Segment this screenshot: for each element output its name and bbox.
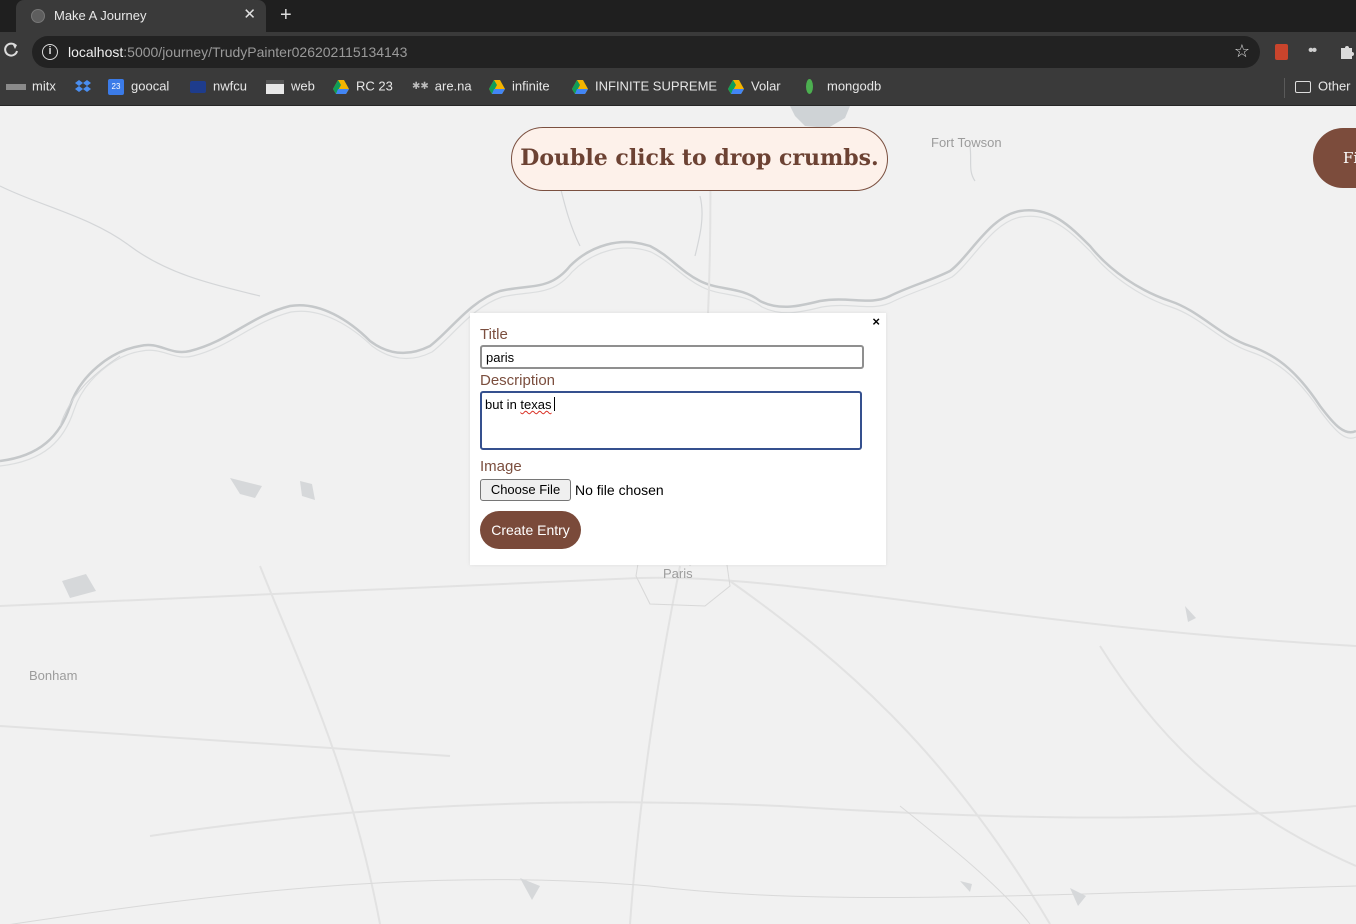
description-textarea[interactable]: but in texas bbox=[480, 391, 862, 450]
bookmark-volar[interactable]: Volar bbox=[728, 78, 781, 98]
extension-dots-icon[interactable]: •• bbox=[1308, 42, 1317, 60]
choose-file-button[interactable]: Choose File bbox=[480, 479, 571, 501]
instruction-banner: Double click to drop crumbs. bbox=[511, 127, 888, 191]
url-text[interactable]: localhost:5000/journey/TrudyPainter02620… bbox=[68, 44, 407, 60]
entry-modal: × Title Description but in texas Image C… bbox=[470, 313, 886, 565]
map-label-bonham: Bonham bbox=[29, 668, 78, 683]
title-input[interactable] bbox=[480, 345, 864, 369]
browser-toolbar: i localhost:5000/journey/TrudyPainter026… bbox=[0, 32, 1356, 72]
address-bar[interactable]: i localhost:5000/journey/TrudyPainter026… bbox=[32, 36, 1260, 68]
extensions-puzzle-icon[interactable] bbox=[1338, 42, 1356, 60]
other-bookmarks[interactable]: Other bbox=[1295, 78, 1351, 98]
description-label: Description bbox=[480, 372, 556, 389]
bookmark-web[interactable]: web bbox=[266, 78, 315, 98]
file-status: No file chosen bbox=[575, 482, 664, 498]
reload-icon[interactable] bbox=[2, 41, 20, 59]
create-entry-button[interactable]: Create Entry bbox=[480, 511, 581, 549]
image-label: Image bbox=[480, 458, 522, 475]
close-icon[interactable]: × bbox=[872, 314, 880, 329]
bookmark-goocal[interactable]: 23 goocal bbox=[108, 78, 169, 98]
text-caret bbox=[553, 397, 555, 411]
dropbox-icon bbox=[75, 79, 91, 92]
map-label-paris: Paris bbox=[663, 566, 693, 581]
new-tab-icon[interactable]: + bbox=[280, 4, 292, 26]
bookmark-dropbox[interactable] bbox=[74, 78, 99, 98]
bookmark-arena[interactable]: ✱✱ are.na bbox=[412, 78, 472, 98]
mongodb-leaf-icon bbox=[806, 79, 813, 95]
bookmark-star-icon[interactable]: ☆ bbox=[1234, 41, 1250, 62]
bookmark-infinite[interactable]: infinite bbox=[489, 78, 550, 98]
bookmark-mongodb[interactable]: mongodb bbox=[806, 78, 881, 98]
arena-icon: ✱✱ bbox=[412, 80, 429, 92]
title-label: Title bbox=[480, 326, 508, 343]
description-text: but in texas bbox=[485, 397, 555, 412]
bookmark-mitx[interactable]: mitx bbox=[6, 78, 56, 98]
map-label-fort-towson: Fort Towson bbox=[931, 135, 1002, 150]
nwfcu-icon bbox=[190, 80, 206, 93]
tab-title: Make A Journey bbox=[54, 8, 147, 23]
browser-tab[interactable]: Make A Journey ✕ bbox=[16, 0, 266, 32]
drive-icon bbox=[333, 79, 349, 94]
calendar-icon: 23 bbox=[108, 78, 124, 95]
mitx-icon bbox=[6, 83, 26, 90]
page-icon bbox=[266, 79, 284, 94]
bookmark-infinite-supreme[interactable]: INFINITE SUPREME bbox=[572, 78, 717, 98]
tab-strip: Make A Journey ✕ + bbox=[0, 0, 1356, 32]
globe-icon bbox=[31, 9, 45, 23]
info-icon[interactable]: i bbox=[42, 44, 58, 60]
drive-icon bbox=[489, 79, 505, 94]
bookmark-nwfcu[interactable]: nwfcu bbox=[190, 78, 247, 98]
bookmarks-divider bbox=[1284, 78, 1285, 98]
drive-icon bbox=[572, 79, 588, 94]
folder-icon bbox=[1295, 80, 1311, 93]
close-tab-icon[interactable]: ✕ bbox=[243, 7, 256, 23]
misspelled-word: texas bbox=[520, 397, 552, 412]
drive-icon bbox=[728, 79, 744, 94]
bookmark-rc23[interactable]: RC 23 bbox=[333, 78, 393, 98]
extension-bookmark-icon[interactable] bbox=[1275, 44, 1288, 60]
bookmarks-bar: mitx 23 goocal nwfcu web RC 23 ✱✱ are.na i… bbox=[0, 72, 1356, 106]
